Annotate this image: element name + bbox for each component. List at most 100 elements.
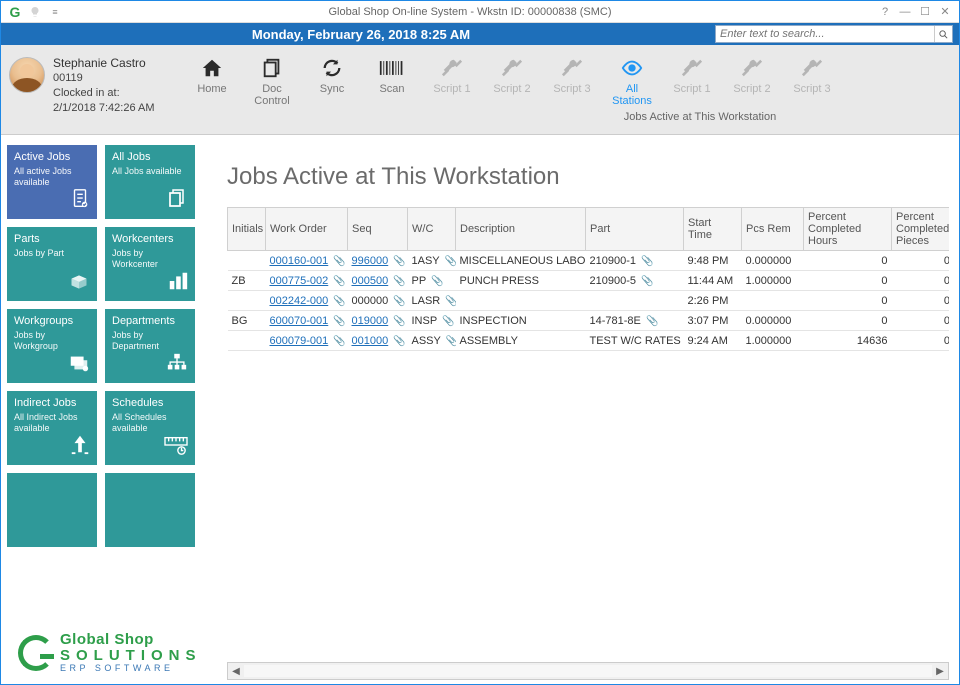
tile-all-jobs[interactable]: All JobsAll Jobs available	[105, 145, 195, 219]
col-description[interactable]: Description	[456, 208, 586, 251]
col-seq[interactable]: Seq	[348, 208, 408, 251]
seq-link[interactable]: 001000	[352, 335, 389, 347]
user-block: Stephanie Castro 00119 Clocked in at: 2/…	[9, 55, 179, 116]
tile-title: Workcenters	[112, 233, 188, 246]
nav-script-3b[interactable]: Script 3	[789, 55, 835, 107]
main: Active JobsAll active Jobs availableAll …	[1, 135, 959, 684]
sync-icon	[318, 55, 346, 81]
table-row[interactable]: 002242-000 📎000000 📎LASR 📎2:26 PM00.0000	[228, 291, 950, 311]
user-text: Stephanie Castro 00119 Clocked in at: 2/…	[53, 55, 155, 116]
jobs-table: InitialsWork OrderSeqW/CDescriptionPartS…	[227, 207, 949, 351]
tile-title: Workgroups	[14, 315, 90, 328]
tile-blank[interactable]	[7, 473, 97, 547]
col-part[interactable]: Part	[586, 208, 684, 251]
tile-parts[interactable]: PartsJobs by Part	[7, 227, 97, 301]
up-arrow-icon	[69, 432, 91, 460]
col-percent-completed-hours[interactable]: Percent Completed Hours	[804, 208, 892, 251]
tools-icon	[738, 55, 766, 81]
work-order-link[interactable]: 002242-000	[270, 295, 329, 307]
horizontal-scrollbar[interactable]: ◀ ▶	[227, 662, 949, 680]
scroll-track[interactable]	[244, 665, 932, 677]
tile-title: Departments	[112, 315, 188, 328]
paperclip-icon: 📎	[639, 256, 653, 267]
nav-script-1b[interactable]: Script 1	[669, 55, 715, 107]
tile-workcenters[interactable]: Workcenters Jobs by Workcenter	[105, 227, 195, 301]
work-order-link[interactable]: 600070-001	[270, 315, 329, 327]
tile-indirect-jobs[interactable]: Indirect JobsAll Indirect Jobs available	[7, 391, 97, 465]
tile-workgroups[interactable]: Workgroups Jobs by Workgroup	[7, 309, 97, 383]
qa-dropdown-icon[interactable]: ≡	[45, 3, 65, 21]
tile-blank[interactable]	[105, 473, 195, 547]
paperclip-icon: 📎	[391, 316, 405, 327]
col-w-c[interactable]: W/C	[408, 208, 456, 251]
tools-icon	[438, 55, 466, 81]
tile-subtitle: Jobs by Department	[112, 330, 188, 352]
tile-departments[interactable]: Departments Jobs by Department	[105, 309, 195, 383]
nav-all-stations[interactable]: All Stations	[609, 55, 655, 107]
window-title: Global Shop On-line System - Wkstn ID: 0…	[65, 6, 875, 18]
search-icon[interactable]	[934, 26, 952, 42]
maximize-icon[interactable]: ☐	[915, 3, 935, 21]
tools-icon	[798, 55, 826, 81]
work-order-link[interactable]: 000160-001	[270, 255, 329, 267]
seq-link[interactable]: 000500	[352, 275, 389, 287]
paperclip-icon: 📎	[331, 336, 345, 347]
tile-subtitle: All Schedules available	[112, 412, 188, 434]
nav-doc-control[interactable]: Doc Control	[249, 55, 295, 107]
paperclip-icon: 📎	[331, 256, 345, 267]
nav-sync[interactable]: Sync	[309, 55, 355, 107]
ribbon-caption: Jobs Active at This Workstation	[179, 111, 951, 123]
nav-home[interactable]: Home	[189, 55, 235, 107]
col-initials[interactable]: Initials	[228, 208, 266, 251]
seq-link[interactable]: 019000	[352, 315, 389, 327]
col-work-order[interactable]: Work Order	[266, 208, 348, 251]
paperclip-icon: 📎	[391, 296, 405, 307]
scroll-left-icon[interactable]: ◀	[228, 666, 244, 677]
close-icon[interactable]: ✕	[935, 3, 955, 21]
help-icon[interactable]: ?	[875, 3, 895, 21]
paperclip-icon: 📎	[644, 316, 658, 327]
tile-subtitle: Jobs by Workcenter	[112, 248, 188, 270]
doc-icon	[258, 55, 286, 81]
paperclip-icon: 📎	[331, 296, 345, 307]
user-clocked-label: Clocked in at:	[53, 86, 155, 101]
nav-script-2b[interactable]: Script 2	[729, 55, 775, 107]
tools-icon	[678, 55, 706, 81]
stack-icon	[165, 186, 189, 214]
user-id: 00119	[53, 71, 155, 86]
paperclip-icon: 📎	[391, 336, 405, 347]
paperclip-icon: 📎	[443, 296, 455, 307]
seq-link[interactable]: 996000	[352, 255, 389, 267]
nav-scan[interactable]: Scan	[369, 55, 415, 107]
search-input[interactable]	[716, 26, 934, 42]
col-pcs-rem[interactable]: Pcs Rem	[742, 208, 804, 251]
search-box	[715, 25, 953, 43]
nav-script-2a[interactable]: Script 2	[489, 55, 535, 107]
col-percent-completed-pieces[interactable]: Percent Completed Pieces	[892, 208, 950, 251]
tile-subtitle: Jobs by Workgroup	[14, 330, 90, 352]
hint-icon[interactable]	[25, 3, 45, 21]
nav-script-1a[interactable]: Script 1	[429, 55, 475, 107]
app-logo-icon: G	[5, 3, 25, 21]
work-order-link[interactable]: 000775-002	[270, 275, 329, 287]
work-order-link[interactable]: 600079-001	[270, 335, 329, 347]
table-row[interactable]: BG600070-001 📎019000 📎INSP 📎INSPECTION14…	[228, 311, 950, 331]
paperclip-icon: 📎	[639, 276, 653, 287]
content: Jobs Active at This Workstation Initials…	[201, 135, 959, 684]
nav-script-3a[interactable]: Script 3	[549, 55, 595, 107]
footer-logo: Global Shop SOLUTIONS ERP SOFTWARE	[18, 632, 202, 673]
table-row[interactable]: 600079-001 📎001000 📎ASSY 📎ASSEMBLYTEST W…	[228, 331, 950, 351]
tile-subtitle: All active Jobs available	[14, 166, 90, 188]
paperclip-icon: 📎	[331, 316, 345, 327]
table-row[interactable]: 000160-001 📎996000 📎1ASY 📎MISCELLANEOUS …	[228, 251, 950, 271]
minimize-icon[interactable]: —	[895, 3, 915, 21]
col-start-time[interactable]: Start Time	[684, 208, 742, 251]
ribbon: Stephanie Castro 00119 Clocked in at: 2/…	[1, 45, 959, 135]
paperclip-icon: 📎	[391, 276, 405, 287]
tile-subtitle: Jobs by Part	[14, 248, 90, 259]
table-row[interactable]: ZB000775-002 📎000500 📎PP 📎PUNCH PRESS210…	[228, 271, 950, 291]
logo-line3: ERP SOFTWARE	[60, 664, 202, 673]
tile-active-jobs[interactable]: Active JobsAll active Jobs available	[7, 145, 97, 219]
scroll-right-icon[interactable]: ▶	[932, 666, 948, 677]
tile-schedules[interactable]: SchedulesAll Schedules available	[105, 391, 195, 465]
